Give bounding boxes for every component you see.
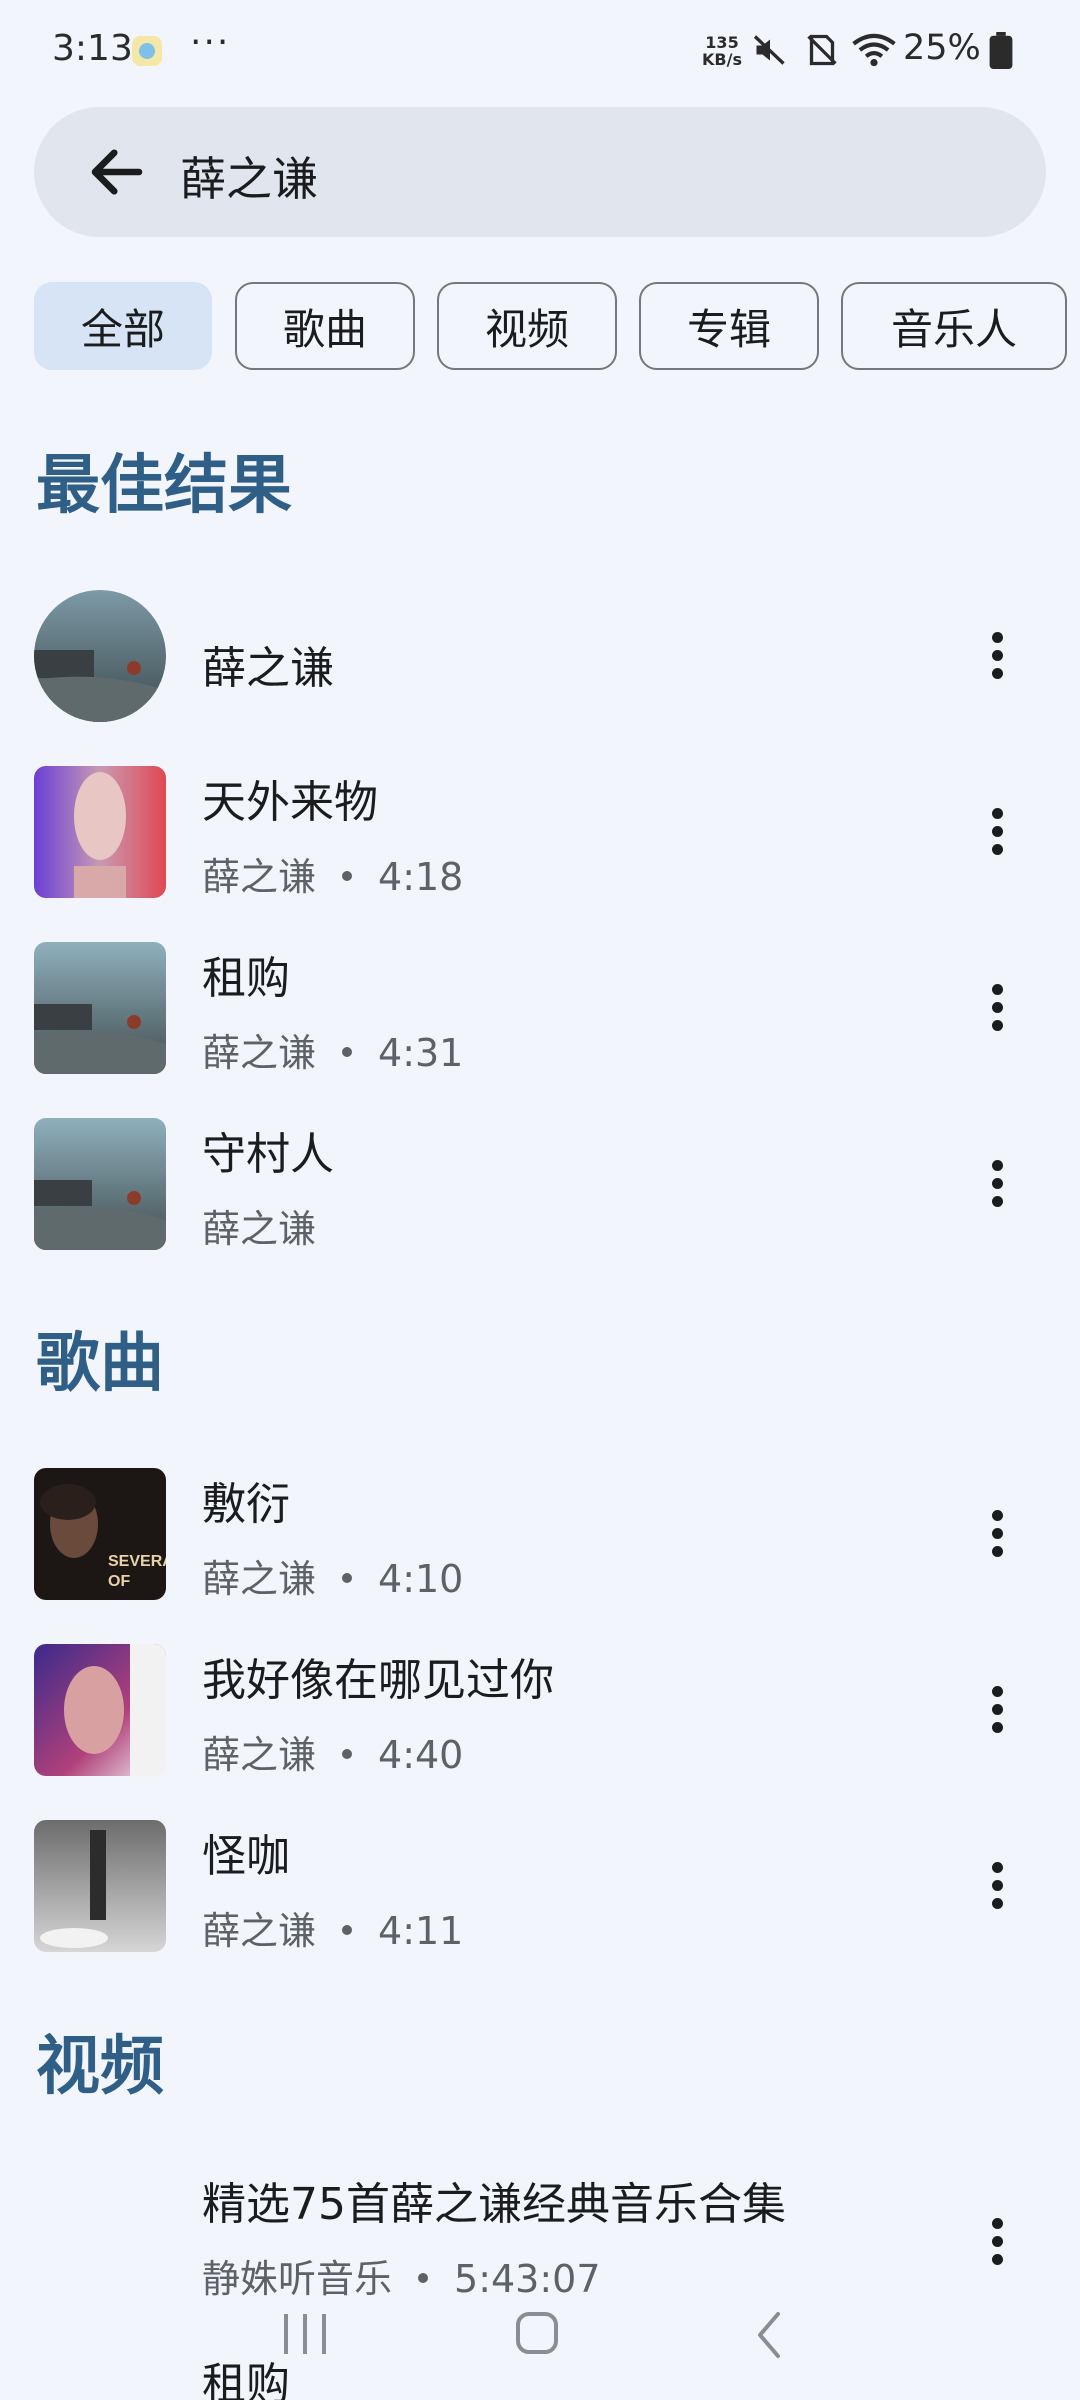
- more-options-icon[interactable]: [982, 978, 1012, 1038]
- duration: 4:10: [378, 1557, 464, 1601]
- more-options-icon[interactable]: [982, 2394, 1012, 2400]
- more-options-icon[interactable]: [982, 1504, 1012, 1564]
- list-item-subtitle: 薛之谦: [202, 1198, 316, 1253]
- battery-percentage: 25%: [903, 28, 981, 68]
- status-bar: 3:13 ··· 135 KB/s 25%: [0, 0, 1080, 100]
- separator-dot: [342, 1572, 353, 1583]
- chip-artists[interactable]: 音乐人: [841, 282, 1067, 370]
- more-options-icon[interactable]: [982, 802, 1012, 862]
- list-item-title: 薛之谦: [202, 643, 334, 694]
- separator-dot: [342, 1046, 353, 1057]
- mute-icon: [753, 35, 785, 65]
- list-item-subtitle: 薛之谦 4:40: [202, 1724, 463, 1779]
- battery-icon: [989, 32, 1013, 70]
- network-speed: 135 KB/s: [692, 34, 752, 68]
- system-nav-bar: [0, 2296, 1080, 2376]
- separator-dot: [342, 1748, 353, 1759]
- more-options-icon[interactable]: [982, 626, 1012, 686]
- chip-songs[interactable]: 歌曲: [235, 282, 415, 370]
- list-item-subtitle: 静姝听音乐 5:43:07: [202, 2248, 601, 2303]
- search-query[interactable]: 薛之谦: [180, 143, 318, 209]
- more-options-icon[interactable]: [982, 1856, 1012, 1916]
- list-item-subtitle: 薛之谦 4:31: [202, 1022, 463, 1077]
- list-item-song[interactable]: 天外来物 薛之谦 4:18: [0, 766, 1080, 942]
- chip-all[interactable]: 全部: [34, 282, 212, 370]
- duration: 5:43:07: [454, 2257, 601, 2301]
- artist-avatar: [34, 590, 166, 722]
- artist-name: 薛之谦: [202, 1031, 317, 1075]
- artist-name: 薛之谦: [202, 855, 317, 899]
- artist-name: 薛之谦: [202, 1207, 317, 1251]
- list-item-title: 租购: [202, 953, 290, 1004]
- song-cover: [34, 1820, 166, 1952]
- section-title-songs: 歌曲: [36, 1327, 164, 1401]
- artist-name: 薛之谦: [202, 1557, 317, 1601]
- duration: 4:31: [378, 1031, 464, 1075]
- song-cover: [34, 1644, 166, 1776]
- list-item-artist[interactable]: 薛之谦: [0, 590, 1080, 766]
- list-item-song[interactable]: 怪咖 薛之谦 4:11: [0, 1820, 1080, 1996]
- list-item-subtitle: 薛之谦 4:18: [202, 846, 463, 901]
- song-cover: [34, 766, 166, 898]
- duration: 4:40: [378, 1733, 464, 1777]
- song-cover: [34, 942, 166, 1074]
- back-nav-icon[interactable]: [752, 2310, 786, 2360]
- duration: 4:11: [378, 1909, 464, 1953]
- section-title-top-results: 最佳结果: [36, 449, 292, 523]
- more-notifications-icon: ···: [190, 22, 231, 63]
- back-arrow-icon[interactable]: [84, 139, 150, 205]
- notification-app-icon: [132, 36, 162, 66]
- wifi-icon: [852, 33, 896, 67]
- list-item-title: 我好像在哪见过你: [202, 1655, 554, 1706]
- list-item-subtitle: 薛之谦 4:10: [202, 1548, 463, 1603]
- list-item-title: 天外来物: [202, 777, 378, 828]
- separator-dot: [418, 2272, 429, 2283]
- recent-apps-icon[interactable]: [280, 2312, 330, 2356]
- song-cover: SEVERAL OF: [34, 1468, 166, 1600]
- artist-name: 薛之谦: [202, 1909, 317, 1953]
- list-item-title: 敷衍: [202, 1479, 290, 1530]
- status-time: 3:13: [52, 28, 133, 69]
- network-speed-value: 135: [705, 33, 739, 52]
- chip-videos[interactable]: 视频: [437, 282, 617, 370]
- list-item-title: 精选75首薛之谦经典音乐合集: [202, 2179, 786, 2230]
- network-speed-unit: KB/s: [702, 50, 742, 69]
- more-options-icon[interactable]: [982, 1680, 1012, 1740]
- home-icon[interactable]: [514, 2310, 560, 2356]
- list-item-song[interactable]: 我好像在哪见过你 薛之谦 4:40: [0, 1644, 1080, 1820]
- list-item-title: 怪咖: [202, 1831, 290, 1882]
- section-title-videos: 视频: [36, 2030, 164, 2104]
- separator-dot: [342, 1924, 353, 1935]
- search-bar[interactable]: 薛之谦: [34, 107, 1046, 237]
- more-options-icon[interactable]: [982, 1154, 1012, 1214]
- no-sim-icon: [807, 34, 837, 66]
- list-item-title: 守村人: [202, 1129, 334, 1180]
- cover-text: SEVERAL OF: [108, 1553, 166, 1590]
- more-options-icon[interactable]: [982, 2212, 1012, 2272]
- separator-dot: [342, 870, 353, 881]
- artist-name: 薛之谦: [202, 1733, 317, 1777]
- chip-albums[interactable]: 专辑: [639, 282, 819, 370]
- song-cover: [34, 1118, 166, 1250]
- list-item-song[interactable]: SEVERAL OF 敷衍 薛之谦 4:10: [0, 1468, 1080, 1644]
- duration: 4:18: [378, 855, 464, 899]
- list-item-subtitle: 薛之谦 4:11: [202, 1900, 463, 1955]
- list-item-song[interactable]: 守村人 薛之谦: [0, 1118, 1080, 1294]
- list-item-song[interactable]: 租购 薛之谦 4:31: [0, 942, 1080, 1118]
- channel-name: 静姝听音乐: [202, 2257, 393, 2301]
